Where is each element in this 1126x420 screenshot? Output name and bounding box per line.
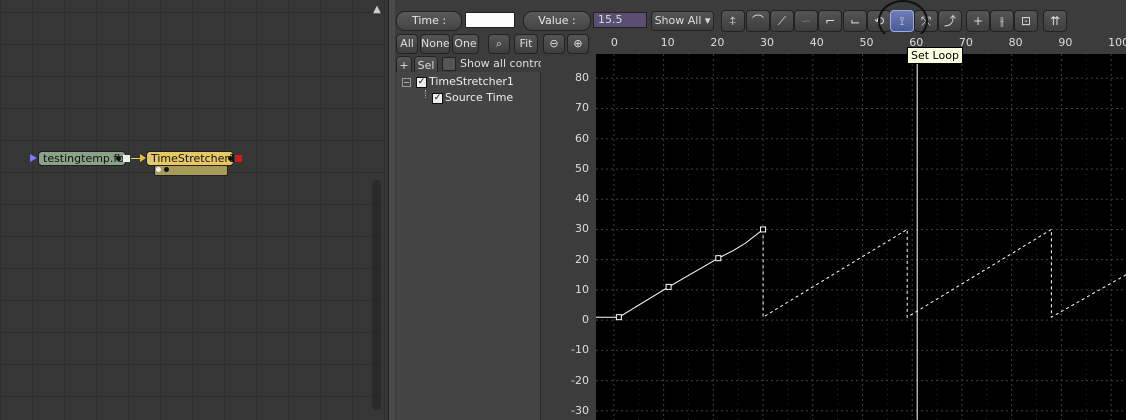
show-all-controls-checkbox[interactable] — [442, 57, 456, 71]
time-field[interactable] — [465, 12, 515, 28]
y-tick-label: 60 — [575, 131, 589, 145]
keyframe-point — [615, 314, 622, 321]
timestretcher-output-port[interactable] — [235, 155, 242, 162]
collapse-icon[interactable]: − — [402, 78, 411, 87]
y-tick-label: -10 — [571, 343, 589, 357]
add-point-icon[interactable]: + — [966, 10, 990, 32]
x-tick-label: 30 — [760, 36, 775, 49]
y-tick-label: -20 — [571, 373, 589, 387]
y-tick-label: 40 — [575, 192, 589, 206]
loader-node-label: testingtemp.fb — [43, 152, 125, 165]
time-label: Time : — [396, 11, 462, 31]
step-in-icon[interactable]: ⌐ — [818, 10, 842, 32]
checkbox-checked-icon[interactable]: ✓ — [416, 77, 427, 88]
invert-icon[interactable]: ∽ — [794, 10, 818, 32]
keyframe-point — [715, 255, 722, 262]
loader-output-port[interactable] — [123, 155, 130, 162]
show-all-dropdown[interactable]: Show All ▾ — [651, 11, 714, 31]
tree-item-label: Source Time — [445, 91, 514, 104]
flow-vertical-scrollbar[interactable] — [372, 180, 381, 410]
x-tick-label: 80 — [1008, 36, 1023, 49]
y-tick-label: 70 — [575, 101, 589, 115]
spline-graph[interactable] — [596, 54, 1126, 420]
value-label: Value : — [523, 11, 591, 31]
select-all-button[interactable]: All — [396, 34, 418, 54]
x-tick-label: 50 — [859, 36, 874, 49]
timestretcher-output-dot-icon — [228, 156, 233, 161]
checkbox-checked-icon[interactable]: ✓ — [432, 93, 443, 104]
spline-tree: − ✓ TimeStretcher1 ✓ Source Time — [396, 72, 541, 420]
x-tick-label: 20 — [710, 36, 725, 49]
loader-output-dot-icon — [116, 156, 121, 161]
scroll-up-arrow-icon[interactable]: ▲ — [370, 4, 384, 18]
timestretcher-node[interactable]: TimeStretcher1 — [146, 151, 236, 166]
x-tick-label: 40 — [809, 36, 824, 49]
set-loop-tooltip: Set Loop — [907, 47, 963, 64]
node-status-dot-icon — [156, 167, 161, 172]
keyframe-point — [760, 226, 767, 233]
y-tick-label: 30 — [575, 222, 589, 236]
y-tick-label: -30 — [571, 403, 589, 417]
y-tick-label: 0 — [582, 313, 589, 327]
show-all-label: Show All — [654, 14, 702, 27]
x-tick-label: 100 — [1108, 36, 1126, 49]
select-one-button[interactable]: One — [452, 34, 479, 54]
fit-button[interactable]: Fit — [514, 34, 538, 54]
zoom-in-icon[interactable]: ⊕ — [567, 34, 589, 54]
x-tick-label: 0 — [610, 36, 618, 49]
timestretcher-node-label: TimeStretcher1 — [151, 152, 236, 165]
tree-branch-line — [425, 90, 427, 98]
select-none-button[interactable]: None — [420, 34, 450, 54]
zoom-fit-icon[interactable]: ⊡ — [1014, 10, 1038, 32]
show-all-controls-label: Show all controls — [460, 57, 554, 70]
split-icon[interactable]: ⫲ — [990, 10, 1014, 32]
spline-graph-svg — [596, 54, 1126, 420]
time-stretch-icon[interactable]: ⍏ — [721, 10, 745, 32]
keyframe-point — [665, 283, 672, 290]
y-tick-label: 50 — [575, 161, 589, 175]
flow-view[interactable] — [0, 0, 388, 420]
value-field[interactable]: 15.5 — [593, 12, 647, 28]
loop-curve-dashed — [762, 228, 1126, 319]
y-tick-label: 20 — [575, 252, 589, 266]
more-tools-icon[interactable]: ⇈ — [1043, 10, 1067, 32]
x-tick-label: 10 — [660, 36, 675, 49]
node-input-arrow-icon — [30, 154, 37, 162]
relative-loop-icon[interactable]: ⤴ — [938, 10, 962, 32]
time-ruler[interactable]: 0 10 20 30 40 50 60 70 80 90 100 — [596, 34, 1126, 54]
chevron-down-icon: ▾ — [704, 14, 711, 27]
smooth-icon[interactable]: ⌒ — [746, 10, 770, 32]
zoom-out-icon[interactable]: ⊖ — [543, 34, 565, 54]
zoom-area-icon[interactable]: ⌕ — [488, 34, 510, 54]
loader-node[interactable]: testingtemp.fb — [38, 151, 126, 166]
linear-icon[interactable]: ⟋ — [770, 10, 794, 32]
tree-item-label: TimeStretcher1 — [429, 75, 514, 88]
x-tick-label: 90 — [1058, 36, 1073, 49]
value-axis: 80 70 60 50 40 30 20 10 0 -10 -20 -30 — [541, 54, 596, 420]
y-tick-label: 80 — [575, 71, 589, 85]
node-status-dot-icon — [164, 167, 169, 172]
step-out-icon[interactable]: ⌙ — [843, 10, 867, 32]
y-tick-label: 10 — [575, 282, 589, 296]
